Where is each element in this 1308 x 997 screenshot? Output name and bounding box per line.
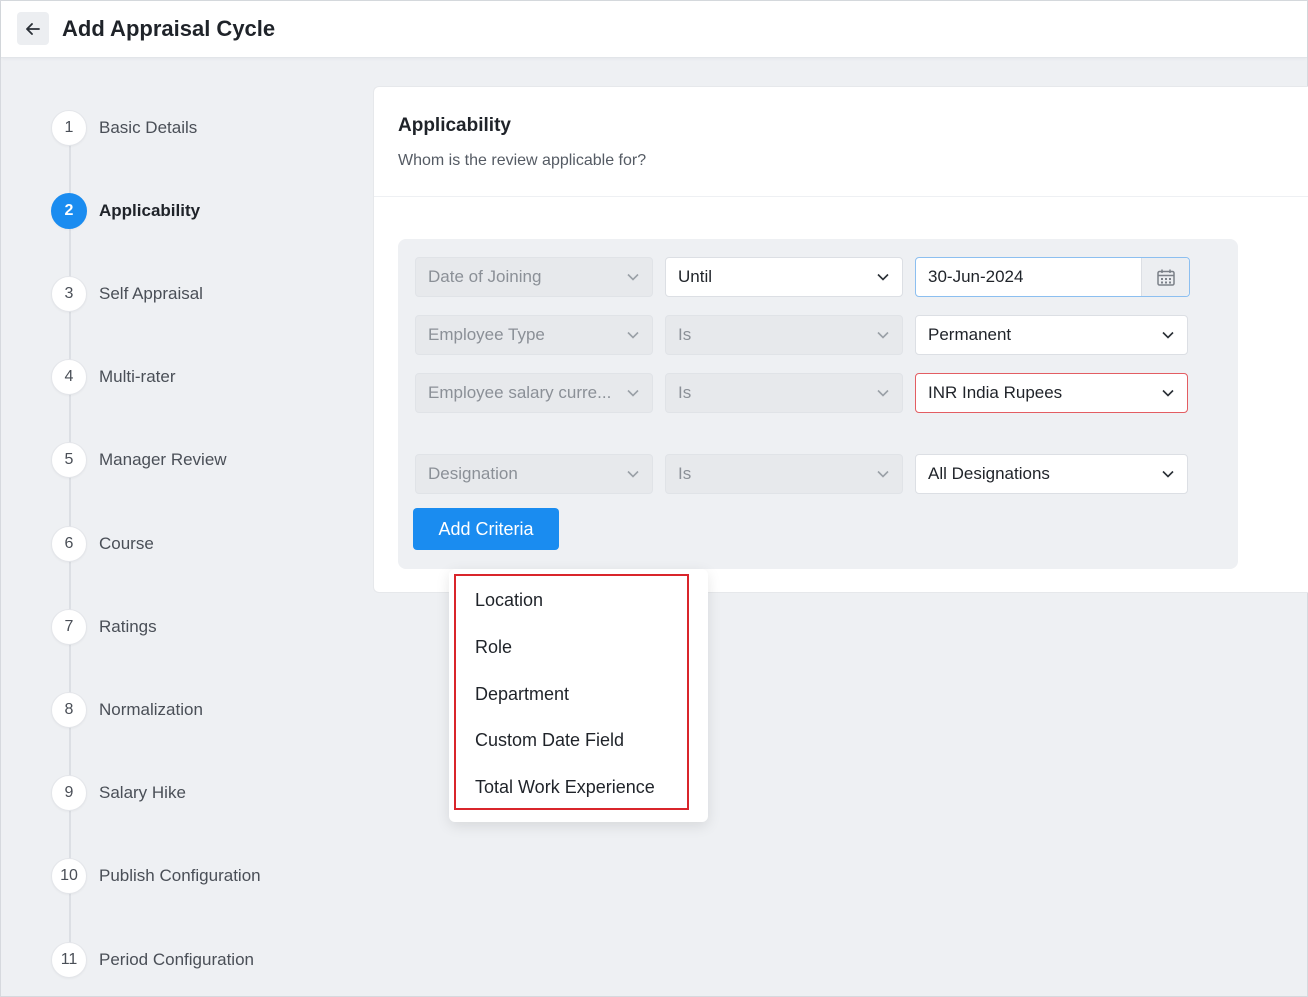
step-publish-configuration[interactable]: 10 Publish Configuration — [51, 858, 261, 894]
step-course[interactable]: 6 Course — [51, 526, 154, 562]
date-input[interactable]: 30-Jun-2024 — [915, 257, 1190, 297]
step-number: 4 — [51, 359, 87, 395]
chevron-down-icon — [876, 386, 890, 400]
chevron-down-icon — [1161, 328, 1175, 342]
step-label: Manager Review — [99, 450, 227, 469]
highlight-box — [454, 574, 689, 810]
criteria-operator-select[interactable]: Until — [665, 257, 903, 297]
chevron-down-icon — [626, 328, 640, 342]
step-label: Self Appraisal — [99, 284, 203, 303]
step-label: Basic Details — [99, 118, 198, 137]
step-ratings[interactable]: 7 Ratings — [51, 609, 157, 645]
step-label: Publish Configuration — [99, 866, 261, 885]
chevron-down-icon — [1161, 467, 1175, 481]
step-label: Ratings — [99, 617, 157, 636]
step-basic-details[interactable]: 1 Basic Details — [51, 110, 197, 146]
step-number: 2 — [51, 193, 87, 229]
field-value: Employee salary curre... — [428, 383, 612, 402]
criteria-operator-select: Is — [665, 315, 903, 355]
step-normalization[interactable]: 8 Normalization — [51, 692, 203, 728]
section-title: Applicability — [398, 115, 511, 136]
step-label: Salary Hike — [99, 783, 186, 802]
field-value: Employee Type — [428, 325, 545, 344]
step-number: 7 — [51, 609, 87, 645]
step-applicability[interactable]: 2 Applicability — [51, 193, 200, 229]
criteria-field-select: Designation — [415, 454, 653, 494]
chevron-down-icon — [876, 270, 890, 284]
step-label: Period Configuration — [99, 950, 254, 969]
selected-value: INR India Rupees — [928, 383, 1063, 402]
operator-value: Is — [678, 325, 692, 344]
arrow-left-icon — [26, 22, 40, 35]
operator-value: Until — [678, 267, 713, 286]
top-header: Add Appraisal Cycle — [1, 1, 1307, 58]
field-value: Designation — [428, 464, 518, 483]
criteria-value-select[interactable]: Permanent — [915, 315, 1188, 355]
criteria-operator-select: Is — [665, 454, 903, 494]
criteria-field-select: Date of Joining — [415, 257, 653, 297]
step-number: 5 — [51, 442, 87, 478]
step-number: 6 — [51, 526, 87, 562]
step-number: 1 — [51, 110, 87, 146]
step-label: Multi-rater — [99, 367, 176, 386]
step-multi-rater[interactable]: 4 Multi-rater — [51, 359, 176, 395]
page-title: Add Appraisal Cycle — [62, 16, 276, 41]
section-subtitle: Whom is the review applicable for? — [398, 152, 647, 169]
currency-select[interactable]: INR India Rupees — [915, 373, 1188, 413]
step-manager-review[interactable]: 5 Manager Review — [51, 442, 227, 478]
calendar-icon — [1156, 269, 1175, 286]
step-label: Normalization — [99, 700, 203, 719]
step-label: Course — [99, 534, 154, 553]
operator-value: Is — [678, 383, 692, 402]
criteria-field-select: Employee salary curre... — [415, 373, 653, 413]
step-number: 9 — [51, 775, 87, 811]
criteria-value-select[interactable]: All Designations — [915, 454, 1188, 494]
add-criteria-button[interactable]: Add Criteria — [413, 508, 559, 550]
chevron-down-icon — [626, 386, 640, 400]
calendar-button[interactable] — [1141, 258, 1189, 296]
criteria-operator-select: Is — [665, 373, 903, 413]
chevron-down-icon — [876, 467, 890, 481]
selected-value: Permanent — [928, 325, 1012, 344]
step-salary-hike[interactable]: 9 Salary Hike — [51, 775, 186, 811]
step-self-appraisal[interactable]: 3 Self Appraisal — [51, 276, 203, 312]
chevron-down-icon — [626, 270, 640, 284]
field-value: Date of Joining — [428, 267, 542, 286]
card-header: Applicability Whom is the review applica… — [374, 87, 1308, 197]
step-number: 10 — [51, 858, 87, 894]
step-number: 3 — [51, 276, 87, 312]
date-value: 30-Jun-2024 — [928, 267, 1024, 286]
step-period-configuration[interactable]: 11 Period Configuration — [51, 942, 254, 978]
chevron-down-icon — [1161, 386, 1175, 400]
chevron-down-icon — [626, 467, 640, 481]
selected-value: All Designations — [928, 464, 1050, 483]
step-label: Applicability — [99, 201, 201, 220]
step-number: 8 — [51, 692, 87, 728]
chevron-down-icon — [876, 328, 890, 342]
criteria-field-select: Employee Type — [415, 315, 653, 355]
operator-value: Is — [678, 464, 692, 483]
back-button[interactable] — [17, 12, 49, 45]
step-number: 11 — [51, 942, 87, 978]
